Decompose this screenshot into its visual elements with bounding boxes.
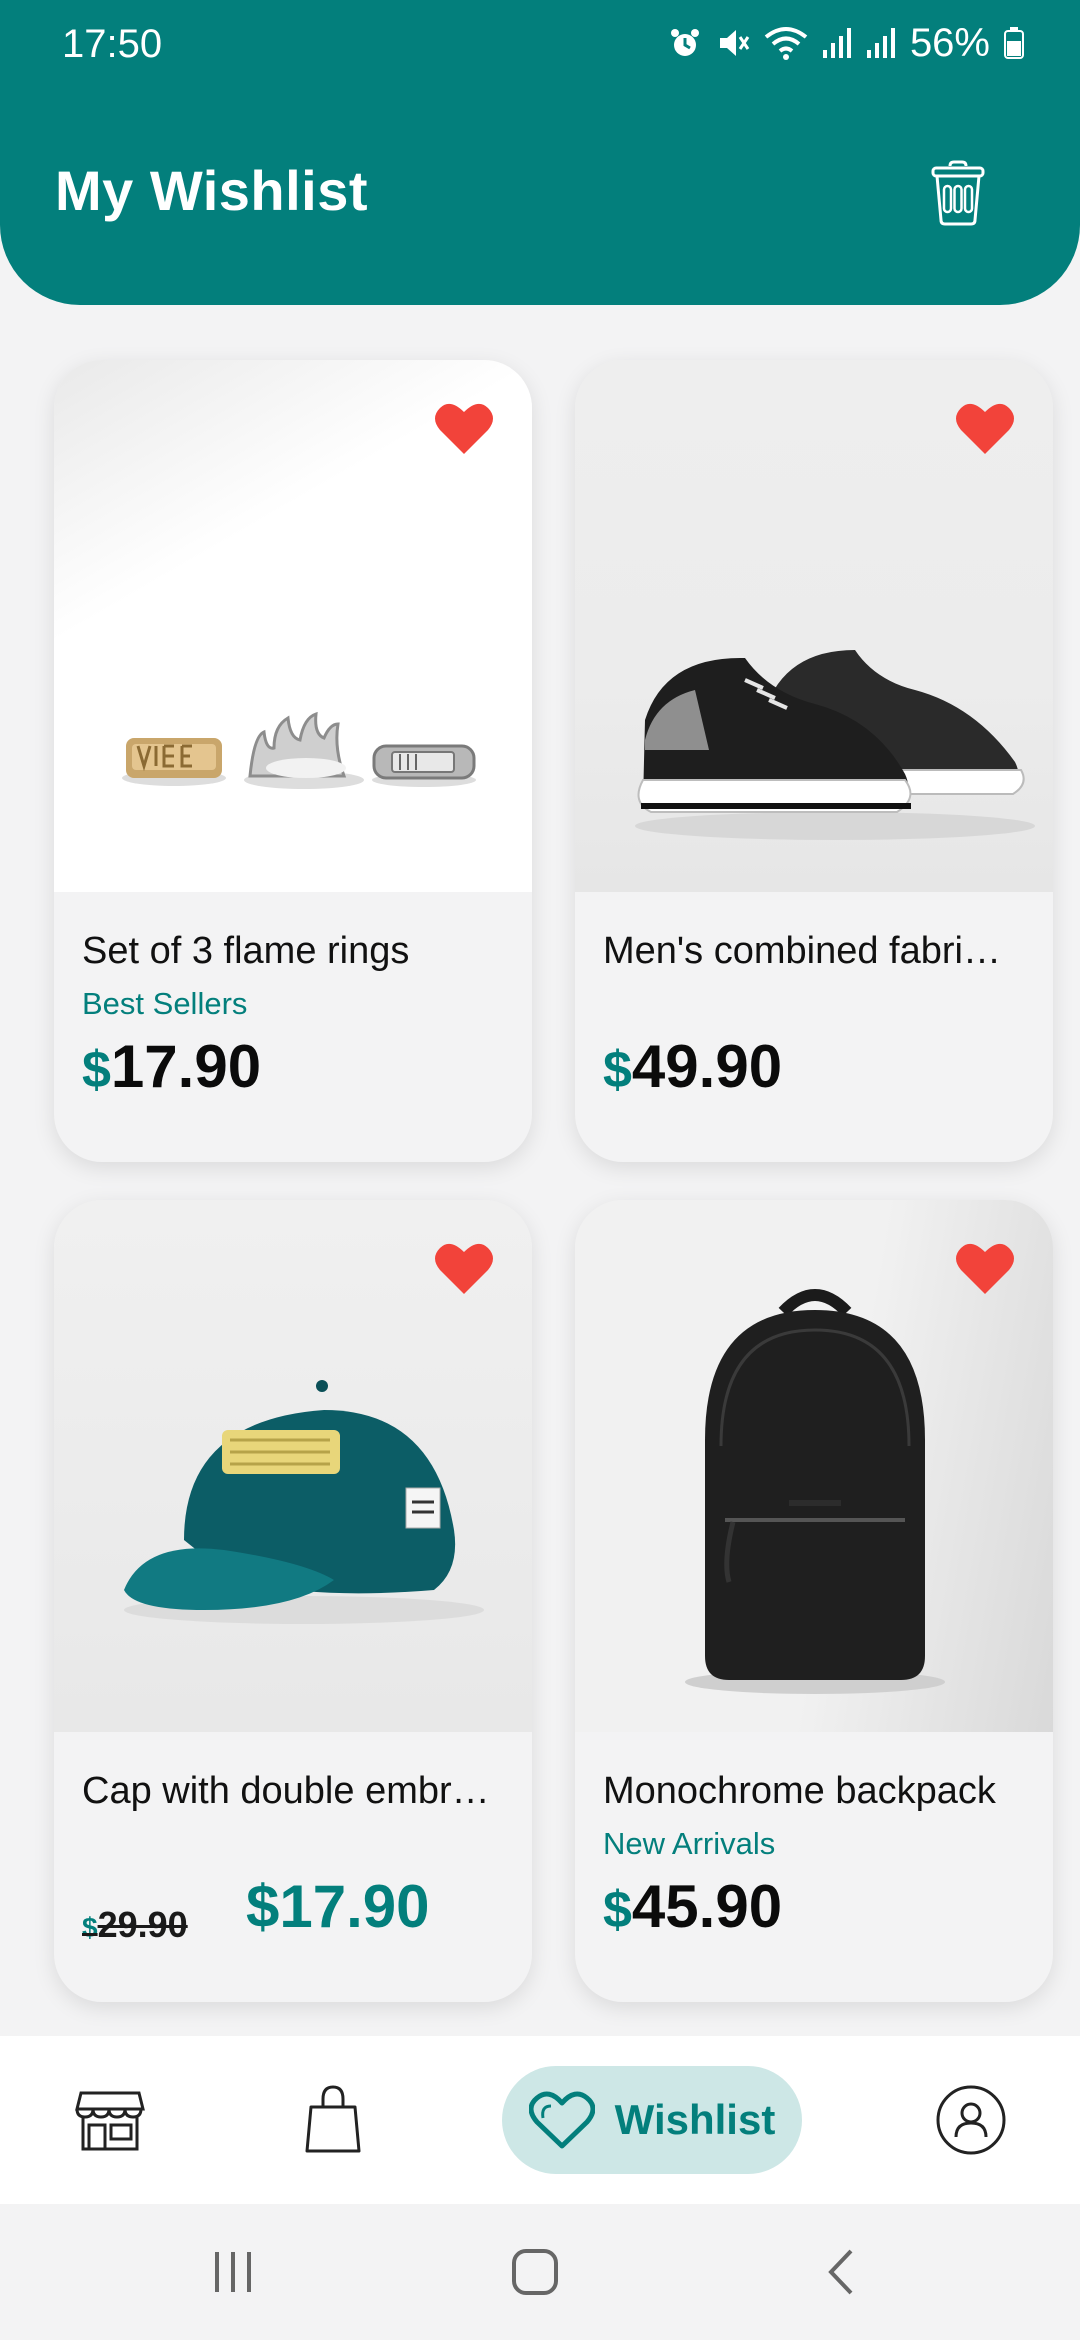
back-button[interactable] [780,2204,900,2340]
product-info: Monochrome backpack New Arrivals $45.90 [575,1732,1053,2002]
favorite-heart-icon[interactable] [955,400,1015,456]
product-category: New Arrivals [603,1826,776,1861]
bottom-navigation: Wishlist [0,2036,1080,2204]
original-price: $29.90 [82,1904,188,1946]
product-price: $49.90 [603,1032,782,1101]
page-title: My Wishlist [55,159,369,222]
favorite-heart-icon[interactable] [434,1240,494,1296]
product-card[interactable]: Men's combined fabri… $49.90 [575,360,1053,1162]
shopping-bag-icon [305,2085,361,2153]
home-icon [512,2249,558,2295]
app-header: 17:50 56% My Wishlist [0,0,1080,305]
original-price-value: 29.90 [97,1904,188,1945]
heart-icon [528,2091,595,2149]
currency-symbol: $ [82,1912,98,1943]
store-icon [75,2091,145,2151]
price-value: 45.90 [631,1873,783,1940]
signal-icon [822,28,851,58]
mute-icon [719,30,750,56]
nav-item-profile[interactable] [921,2036,1021,2204]
product-name: Monochrome backpack [603,1770,996,1812]
currency-symbol: $ [603,1881,632,1939]
nav-item-wishlist[interactable]: Wishlist [502,2066,802,2174]
status-time: 17:50 [62,22,163,66]
favorite-heart-icon[interactable] [434,400,494,456]
product-category: Best Sellers [82,986,248,1021]
nav-item-cart[interactable] [283,2036,383,2204]
currency-symbol: $ [603,1041,632,1099]
alarm-icon [670,29,699,56]
product-card[interactable]: Monochrome backpack New Arrivals $45.90 [575,1200,1053,2002]
sale-price: $17.90 [246,1873,430,1940]
product-info: Cap with double embr… $29.90 $17.90 [54,1732,532,2002]
nav-item-label: Wishlist [614,2096,776,2143]
profile-icon [936,2085,1006,2155]
system-navigation [0,2204,1080,2340]
back-icon [828,2249,853,2295]
product-name: Set of 3 flame rings [82,930,410,972]
currency-symbol: $ [82,1041,111,1099]
price-value: 17.90 [110,1033,262,1100]
recents-icon [215,2252,251,2292]
nav-item-shop[interactable] [60,2036,160,2204]
product-card[interactable]: Set of 3 flame rings Best Sellers $17.90 [54,360,532,1162]
product-name: Men's combined fabri… [603,930,1001,972]
product-name: Cap with double embr… [82,1770,490,1812]
favorite-heart-icon[interactable] [955,1240,1015,1296]
recents-button[interactable] [173,2204,293,2340]
trash-icon [931,160,985,226]
product-info: Set of 3 flame rings Best Sellers $17.90 [54,892,532,1162]
product-info: Men's combined fabri… $49.90 [575,892,1053,1162]
product-card[interactable]: Cap with double embr… $29.90 $17.90 [54,1200,532,2002]
battery-percent: 56% [909,20,990,65]
wifi-icon [764,27,808,60]
product-price: $45.90 [603,1872,782,1941]
battery-icon [1004,27,1024,59]
product-price: $17.90 [82,1032,261,1101]
price-value: 49.90 [631,1033,783,1100]
clear-wishlist-button[interactable] [925,155,991,231]
status-bar-icons: 56% [668,18,1024,68]
signal-icon [866,28,895,58]
home-button[interactable] [475,2204,595,2340]
